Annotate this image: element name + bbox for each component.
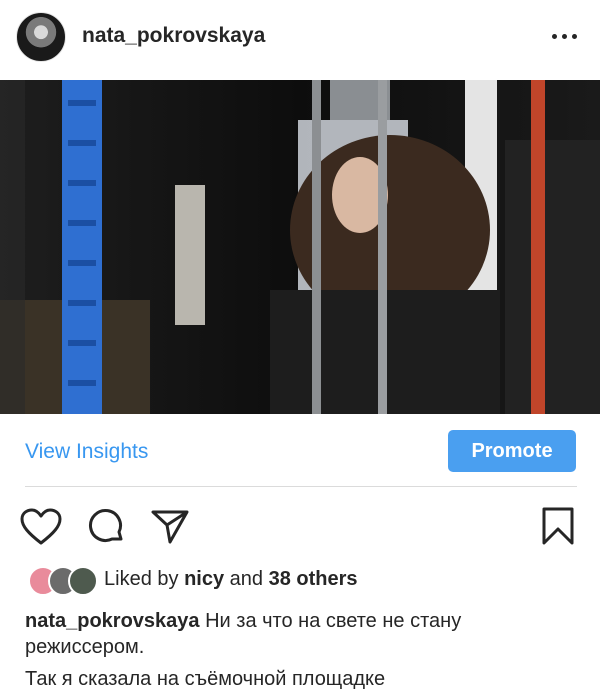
post-username[interactable]: nata_pokrovskaya [82, 24, 265, 48]
likes-connector: and [229, 568, 264, 590]
divider [25, 486, 577, 487]
post-header: nata_pokrovskaya [0, 0, 600, 78]
view-insights-link[interactable]: View Insights [25, 440, 148, 464]
avatar[interactable] [16, 12, 66, 62]
action-bar [0, 496, 600, 556]
post-photo[interactable] [0, 80, 600, 414]
insights-row: View Insights Promote [0, 414, 600, 486]
caption-text-line2: Так я сказала на съёмочной площадке [25, 668, 386, 690]
avatar [68, 566, 98, 596]
bookmark-icon[interactable] [541, 506, 575, 551]
liker-avatars [28, 566, 98, 596]
caption-username[interactable]: nata_pokrovskaya [25, 610, 200, 632]
likes-others[interactable]: 38 others [269, 568, 358, 590]
heart-icon[interactable] [20, 508, 62, 551]
likes-prefix: Liked by [104, 568, 179, 590]
more-options-icon[interactable] [548, 26, 582, 46]
share-icon[interactable] [150, 508, 190, 551]
comment-icon[interactable] [88, 508, 126, 551]
likes-text: Liked by nicy and 38 others [104, 568, 358, 591]
post-caption: nata_pokrovskaya Ни за что на свете не с… [25, 608, 585, 692]
likes-summary[interactable]: Liked by nicy and 38 others [28, 566, 588, 596]
post-photo-image [0, 80, 600, 414]
promote-button[interactable]: Promote [448, 430, 576, 472]
liker-username[interactable]: nicy [184, 568, 224, 590]
